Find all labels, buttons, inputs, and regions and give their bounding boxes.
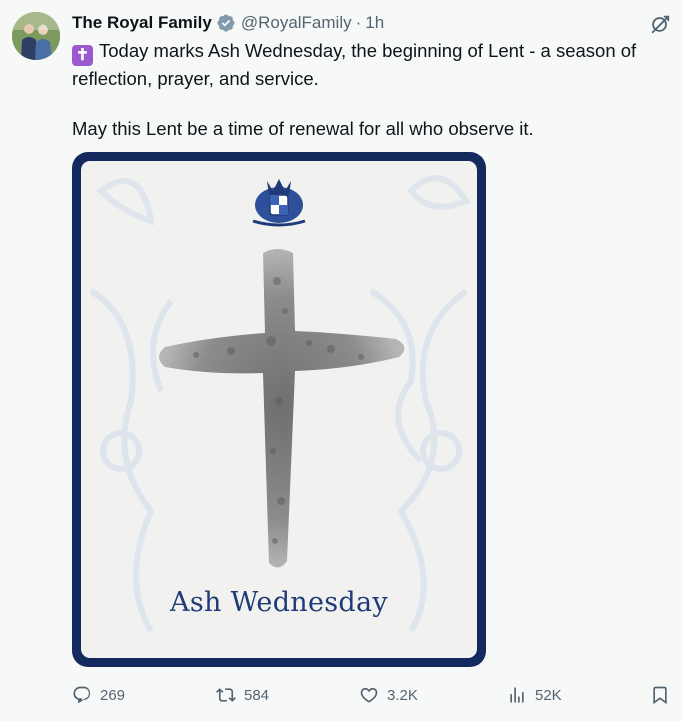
card-artwork xyxy=(89,175,471,633)
avatar[interactable] xyxy=(12,12,60,60)
ash-wednesday-card: Ash Wednesday xyxy=(81,161,477,658)
action-bar: 269 584 3.2K 52K xyxy=(72,682,672,708)
views-count: 52K xyxy=(535,686,562,704)
reply-icon xyxy=(73,686,91,704)
reply-count: 269 xyxy=(100,686,126,704)
repost-count: 584 xyxy=(244,686,270,704)
timestamp[interactable]: 1h xyxy=(365,13,384,33)
like-button[interactable]: 3.2K xyxy=(359,682,418,708)
tweet-body-line-1: Today marks Ash Wednesday, the beginning… xyxy=(72,40,637,89)
tweet-body-line-2: May this Lent be a time of renewal for a… xyxy=(72,118,534,139)
repost-button[interactable]: 584 xyxy=(216,682,269,708)
tweet-text: ✝ Today marks Ash Wednesday, the beginnin… xyxy=(72,38,668,141)
views-icon xyxy=(510,687,524,703)
bookmark-button[interactable] xyxy=(650,682,678,708)
separator: · xyxy=(355,13,362,32)
verified-icon xyxy=(216,13,236,33)
views-button[interactable]: 52K xyxy=(507,682,562,708)
handle[interactable]: @RoyalFamily xyxy=(241,13,352,33)
royal-crest-icon xyxy=(252,179,306,227)
tweet[interactable]: The Royal Family @RoyalFamily · 1h ✝ Toda… xyxy=(0,0,682,721)
card-caption: Ash Wednesday xyxy=(170,587,388,618)
tweet-body-paragraph-1: ✝ Today marks Ash Wednesday, the beginnin… xyxy=(72,38,668,91)
latin-cross-emoji: ✝ xyxy=(72,45,93,66)
grok-icon[interactable] xyxy=(646,10,674,38)
tweet-header: The Royal Family @RoyalFamily · 1h xyxy=(72,11,384,35)
reply-button[interactable]: 269 xyxy=(72,682,125,708)
display-name[interactable]: The Royal Family xyxy=(72,13,212,33)
like-count: 3.2K xyxy=(387,686,418,704)
like-icon xyxy=(360,687,378,703)
repost-icon xyxy=(216,688,236,702)
tweet-image[interactable]: Ash Wednesday xyxy=(72,152,486,667)
ash-cross-image xyxy=(159,249,405,568)
bookmark-icon xyxy=(653,686,667,705)
